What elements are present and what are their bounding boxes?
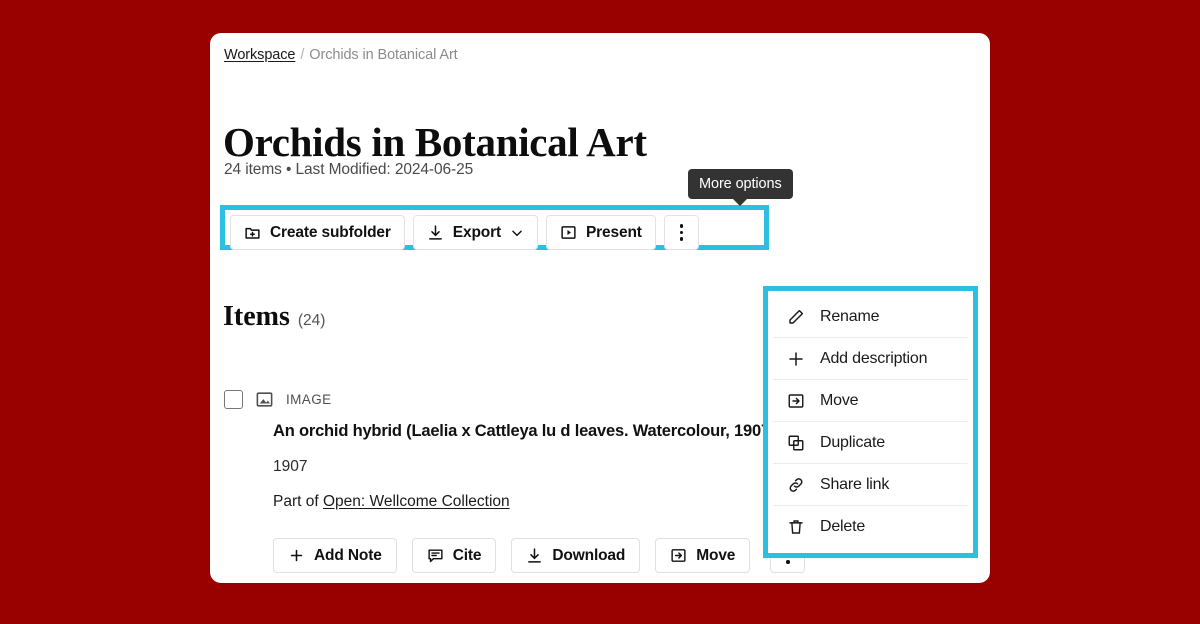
- item-source-link[interactable]: Open: Wellcome Collection: [323, 493, 510, 510]
- arrow-right-square-icon: [670, 547, 687, 564]
- cite-label: Cite: [452, 546, 482, 564]
- link-icon: [786, 475, 806, 495]
- menu-item-duplicate-label: Duplicate: [820, 433, 885, 451]
- kebab-menu-icon: [679, 224, 684, 241]
- folder-detail-card: Workspace / Orchids in Botanical Art Orchi…: [210, 33, 990, 583]
- folder-plus-icon: [244, 224, 261, 241]
- more-options-tooltip: More options: [688, 169, 793, 206]
- item-part-of-prefix: Part of: [273, 493, 323, 510]
- chevron-down-icon: [510, 226, 524, 240]
- breadcrumb-workspace-link[interactable]: Workspace: [224, 47, 295, 63]
- items-section-heading: Items (24): [223, 301, 325, 333]
- menu-item-delete[interactable]: Delete: [773, 506, 968, 548]
- folder-meta: 24 items • Last Modified: 2024-06-25: [224, 161, 474, 178]
- download-icon: [427, 224, 444, 241]
- play-square-icon: [560, 224, 577, 241]
- menu-item-rename[interactable]: Rename: [773, 296, 968, 338]
- toolbar-more-options-button[interactable]: [663, 215, 699, 250]
- menu-item-add-description-label: Add description: [820, 349, 928, 367]
- pencil-icon: [786, 307, 806, 327]
- menu-item-share-link[interactable]: Share link: [773, 464, 968, 506]
- download-button[interactable]: Download: [511, 538, 641, 573]
- arrow-right-square-icon: [786, 391, 806, 411]
- breadcrumb-separator: /: [300, 47, 305, 63]
- menu-item-add-description[interactable]: Add description: [773, 338, 968, 380]
- item-part-of: Part of Open: Wellcome Collection: [273, 493, 510, 511]
- menu-item-share-link-label: Share link: [820, 475, 890, 493]
- image-icon: [255, 390, 274, 409]
- create-subfolder-button[interactable]: Create subfolder: [230, 215, 405, 250]
- more-options-menu: Rename Add description Move Duplicate Sh…: [773, 296, 968, 548]
- item-action-bar: Add Note Cite Download Move: [273, 538, 806, 573]
- menu-item-move-label: Move: [820, 391, 859, 409]
- add-note-label: Add Note: [314, 546, 382, 564]
- add-note-button[interactable]: Add Note: [273, 538, 397, 573]
- item-type-label: IMAGE: [286, 391, 332, 407]
- menu-item-rename-label: Rename: [820, 307, 880, 325]
- export-label: Export: [452, 223, 501, 241]
- breadcrumb-current: Orchids in Botanical Art: [309, 47, 458, 63]
- menu-item-delete-label: Delete: [820, 517, 866, 535]
- item-select-checkbox[interactable]: [224, 389, 243, 409]
- quote-bubble-icon: [427, 547, 444, 564]
- move-label: Move: [696, 546, 736, 564]
- item-title[interactable]: An orchid hybrid (Laelia x Cattleya lu d…: [273, 422, 775, 441]
- present-button[interactable]: Present: [545, 215, 656, 250]
- present-label: Present: [585, 223, 642, 241]
- trash-icon: [786, 517, 806, 537]
- duplicate-icon: [786, 433, 806, 453]
- move-button[interactable]: Move: [655, 538, 751, 573]
- plus-icon: [288, 547, 305, 564]
- more-options-menu-highlight-box: Rename Add description Move Duplicate Sh…: [763, 286, 978, 558]
- item-date: 1907: [273, 458, 308, 475]
- toolbar-highlight-box: Create subfolder Export Present: [220, 205, 769, 250]
- download-label: Download: [552, 546, 626, 564]
- breadcrumb: Workspace / Orchids in Botanical Art: [224, 47, 458, 63]
- items-count: (24): [297, 312, 326, 329]
- menu-item-move[interactable]: Move: [773, 380, 968, 422]
- export-button[interactable]: Export: [412, 215, 538, 250]
- create-subfolder-label: Create subfolder: [270, 223, 391, 241]
- folder-toolbar: Create subfolder Export Present: [230, 215, 699, 250]
- items-heading-label: Items: [223, 301, 290, 332]
- plus-icon: [786, 349, 806, 369]
- download-icon: [526, 547, 543, 564]
- cite-button[interactable]: Cite: [411, 538, 497, 573]
- page-title: Orchids in Botanical Art: [223, 119, 647, 165]
- menu-item-duplicate[interactable]: Duplicate: [773, 422, 968, 464]
